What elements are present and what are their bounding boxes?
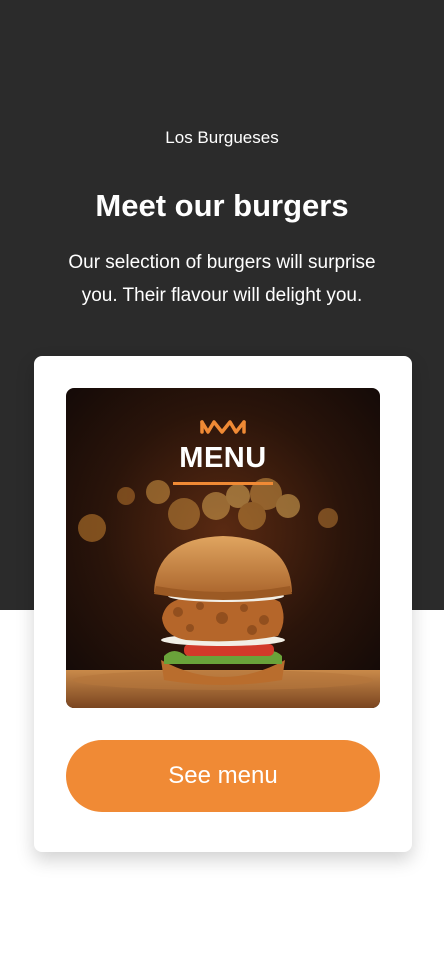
page: Los Burgueses Meet our burgers Our selec… xyxy=(0,0,444,960)
brand-name: Los Burgueses xyxy=(165,128,279,147)
burger-photo xyxy=(66,388,380,708)
page-subtitle: Our selection of burgers will surprise y… xyxy=(68,252,376,306)
menu-card: MENU See menu xyxy=(34,356,412,852)
burger-image: MENU xyxy=(66,388,380,708)
page-title: Meet our burgers xyxy=(95,188,349,223)
see-menu-button[interactable]: See menu xyxy=(66,740,380,812)
menu-overlay-title: MENU xyxy=(179,442,267,474)
